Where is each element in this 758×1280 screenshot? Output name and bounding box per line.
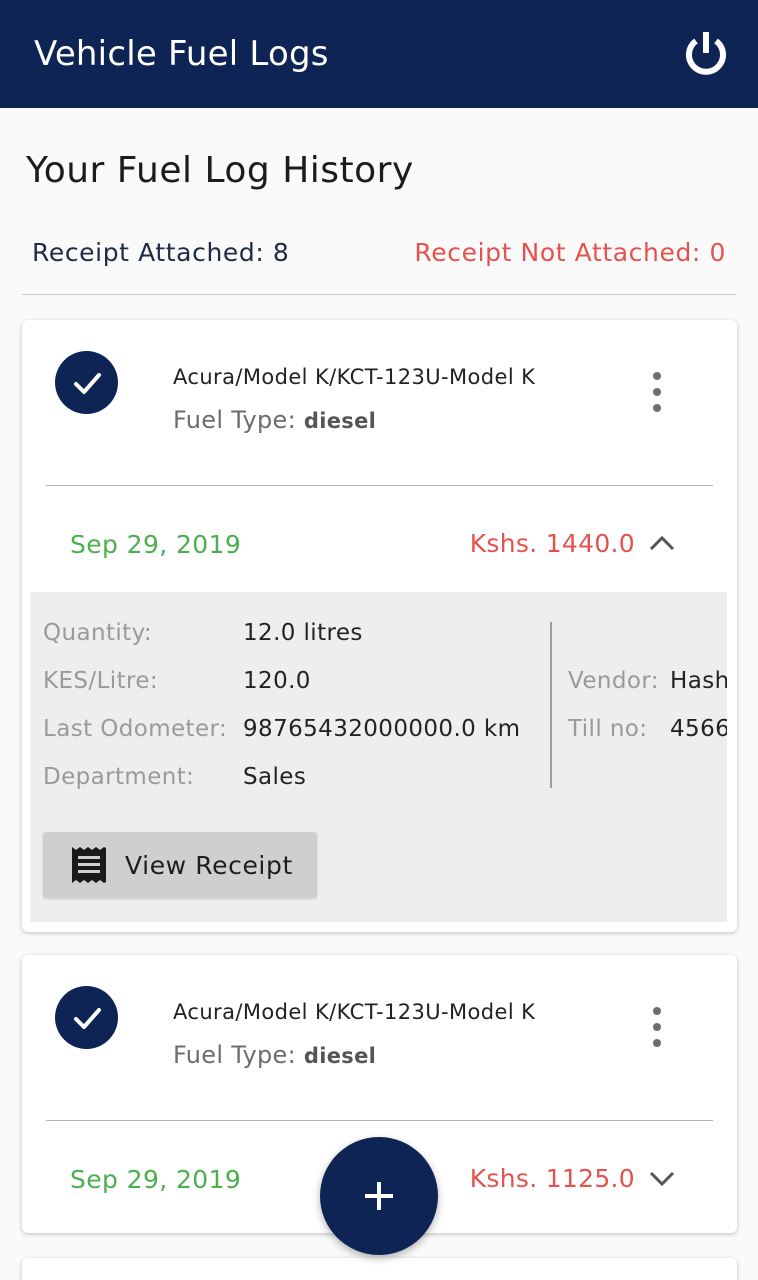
- odometer-label: Last Odometer:: [43, 716, 228, 742]
- power-icon: [686, 32, 726, 75]
- till-label: Till no:: [568, 716, 648, 742]
- fuel-type: Fuel Type: diesel: [173, 406, 376, 434]
- app-title: Vehicle Fuel Logs: [34, 34, 329, 74]
- fuel-type-value: diesel: [303, 1044, 377, 1068]
- plus-icon: [365, 1182, 393, 1210]
- log-amount: Kshs. 1125.0: [469, 1163, 635, 1193]
- fuel-type-label: Fuel Type:: [173, 406, 296, 434]
- fuel-type-label: Fuel Type:: [173, 1041, 296, 1069]
- log-date: Sep 29, 2019: [70, 530, 242, 559]
- chevron-down-icon: [645, 1163, 679, 1193]
- vehicle-name: Acura/Model K/KCT-123U-Model K: [173, 1000, 536, 1024]
- receipt-attached-check-icon: [55, 351, 118, 414]
- department-value: Sales: [243, 764, 307, 790]
- price-value: 120.0: [243, 668, 311, 694]
- fuel-type: Fuel Type: diesel: [173, 1041, 376, 1069]
- receipt-attached-count: Receipt Attached: 8: [32, 238, 290, 267]
- app-bar: Vehicle Fuel Logs: [0, 0, 758, 108]
- quantity-value: 12.0 litres: [243, 620, 363, 646]
- vendor-label: Vendor:: [568, 668, 659, 694]
- details-separator: [550, 622, 552, 788]
- page-title: Your Fuel Log History: [26, 150, 414, 191]
- view-receipt-button[interactable]: View Receipt: [43, 832, 317, 898]
- expand-toggle[interactable]: Kshs. 1440.0: [470, 528, 679, 558]
- more-options-icon[interactable]: [645, 1007, 669, 1047]
- receipt-icon: [72, 847, 106, 883]
- fuel-log-card[interactable]: [22, 1258, 737, 1280]
- till-value: 4566: [670, 716, 727, 742]
- price-label: KES/Litre:: [43, 668, 159, 694]
- receipt-not-attached-count: Receipt Not Attached: 0: [414, 238, 726, 267]
- vehicle-name: Acura/Model K/KCT-123U-Model K: [173, 365, 536, 389]
- vendor-value: Hash: [670, 668, 727, 694]
- chevron-up-icon: [645, 528, 679, 558]
- fuel-type-value: diesel: [303, 409, 377, 433]
- power-button[interactable]: [678, 26, 734, 82]
- more-options-icon[interactable]: [645, 372, 669, 412]
- card-divider: [46, 485, 713, 486]
- log-date: Sep 29, 2019: [70, 1165, 242, 1194]
- expand-toggle[interactable]: Kshs. 1125.0: [470, 1163, 679, 1193]
- receipt-summary: Receipt Attached: 8 Receipt Not Attached…: [32, 238, 726, 267]
- receipt-attached-check-icon: [55, 986, 118, 1049]
- odometer-value: 98765432000000.0 km: [243, 716, 521, 742]
- log-amount: Kshs. 1440.0: [469, 528, 635, 558]
- department-label: Department:: [43, 764, 195, 790]
- view-receipt-label: View Receipt: [125, 850, 293, 880]
- add-fuel-log-button[interactable]: [320, 1137, 438, 1255]
- log-details-panel: Quantity: 12.0 litres KES/Litre: 120.0 V…: [30, 592, 727, 922]
- summary-divider: [22, 294, 736, 295]
- fuel-log-card[interactable]: Acura/Model K/KCT-123U-Model K Fuel Type…: [22, 320, 737, 932]
- quantity-label: Quantity:: [43, 620, 153, 646]
- card-divider: [46, 1120, 713, 1121]
